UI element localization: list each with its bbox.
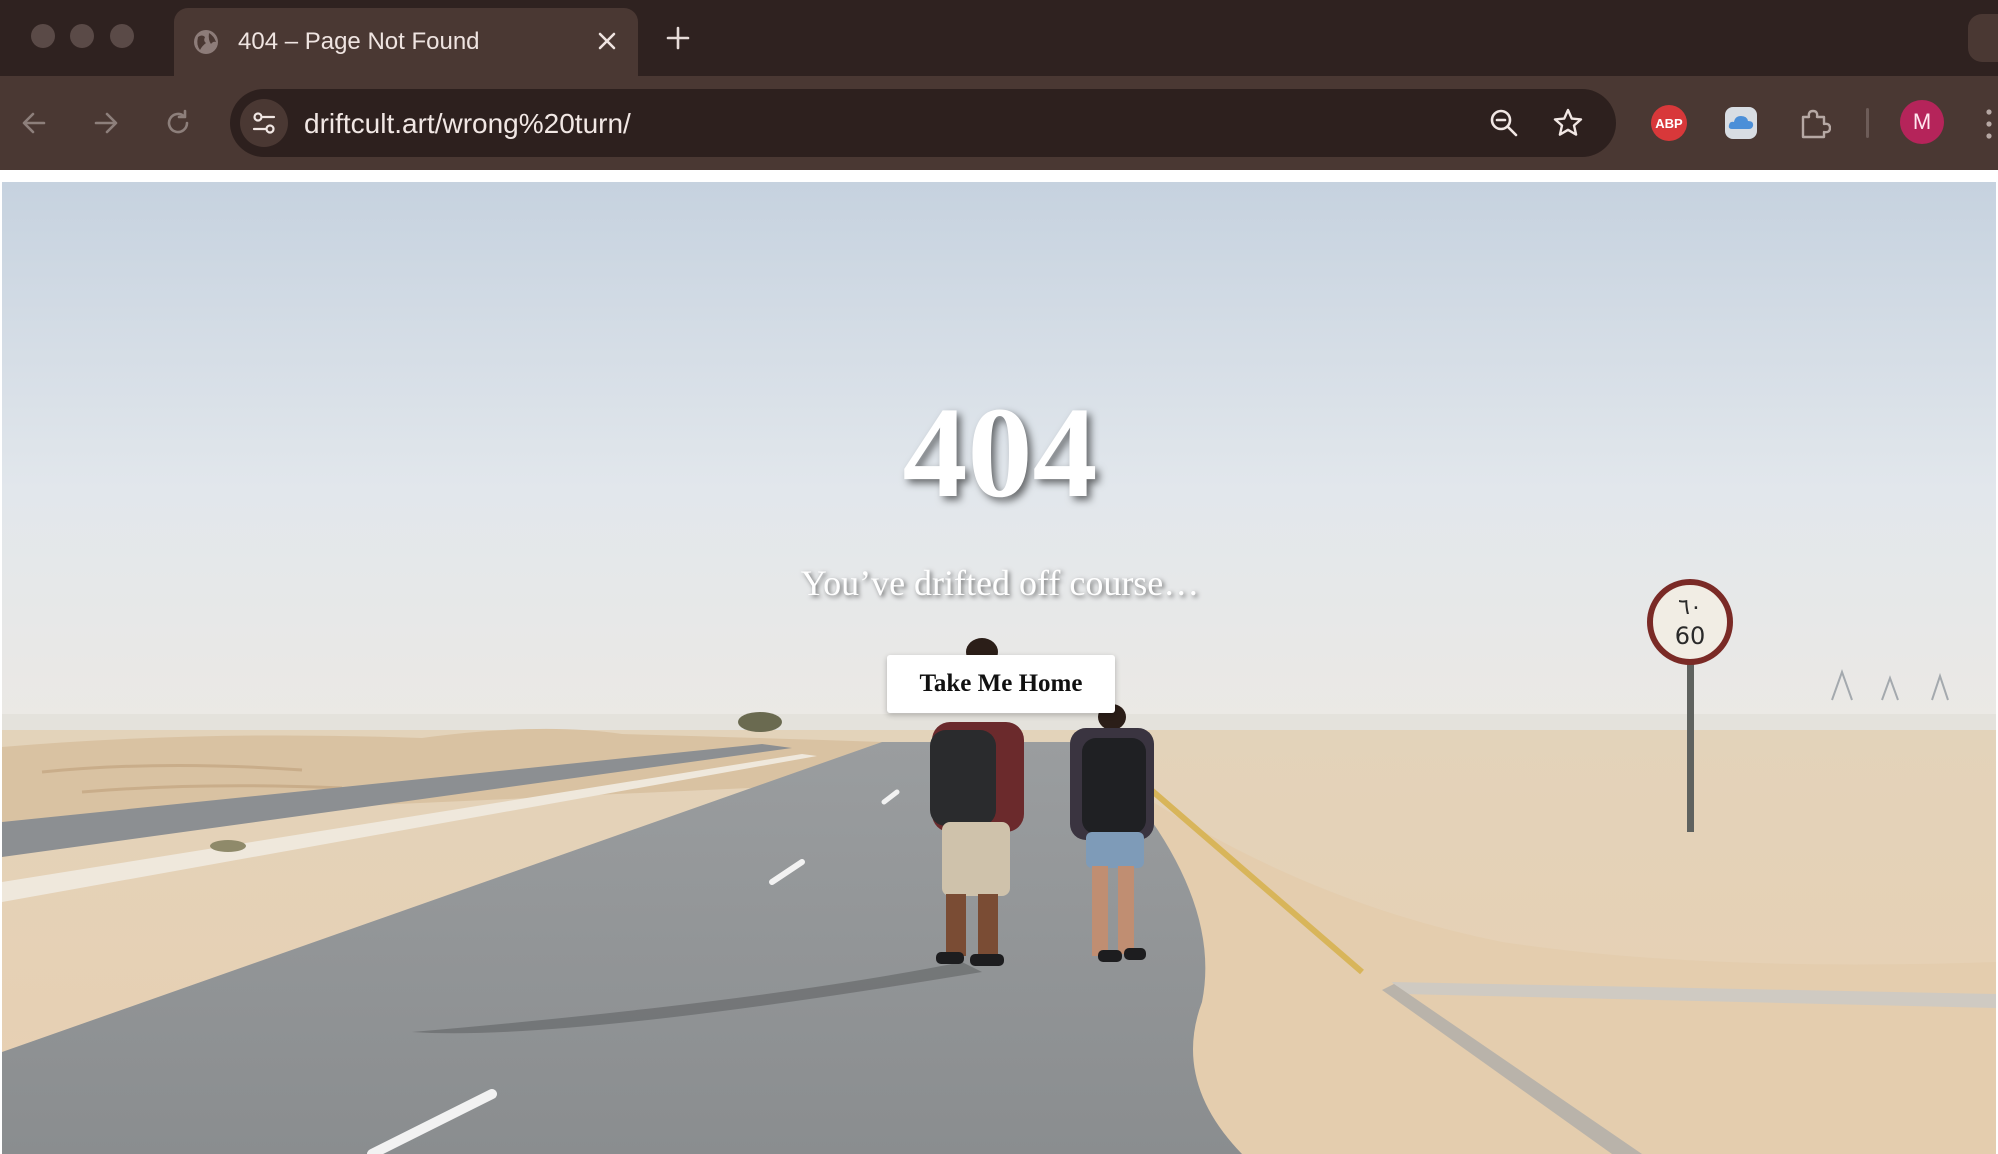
tab-strip: 404 – Page Not Found	[0, 0, 1998, 76]
star-icon	[1553, 108, 1583, 136]
take-me-home-button[interactable]: Take Me Home	[887, 655, 1115, 713]
adblock-extension-button[interactable]: ABP	[1647, 101, 1691, 145]
extensions-button[interactable]	[1792, 101, 1836, 145]
bookmark-button[interactable]	[1548, 103, 1588, 143]
zoom-button[interactable]	[1484, 103, 1524, 143]
address-bar[interactable]: driftcult.art/wrong%20turn/	[230, 89, 1616, 157]
window-minimize-light[interactable]	[70, 24, 94, 48]
reload-button[interactable]	[152, 97, 204, 149]
globe-icon	[194, 30, 218, 54]
toolbar-divider	[1866, 108, 1869, 138]
active-tab[interactable]: 404 – Page Not Found	[174, 8, 638, 76]
hero-background: ٦٠ 60 404 You’ve drifted off course… Tak…	[2, 182, 1996, 1154]
tune-icon	[252, 112, 276, 134]
reload-icon	[167, 109, 189, 134]
window-zoom-light[interactable]	[110, 24, 134, 48]
page-viewport: ٦٠ 60 404 You’ve drifted off course… Tak…	[0, 170, 1998, 1154]
zoom-out-icon	[1490, 109, 1518, 137]
tab-title: 404 – Page Not Found	[238, 28, 480, 55]
more-menu-icon[interactable]	[1980, 108, 1998, 140]
profile-avatar[interactable]: M	[1900, 100, 1944, 144]
window-close-light[interactable]	[31, 24, 55, 48]
error-code-heading: 404	[902, 381, 1098, 525]
url-text[interactable]: driftcult.art/wrong%20turn/	[304, 108, 631, 140]
back-button[interactable]	[8, 97, 60, 149]
close-icon[interactable]	[592, 26, 622, 56]
cloud-icon	[1725, 107, 1757, 139]
cloud-extension-button[interactable]	[1719, 101, 1763, 145]
new-tab-button[interactable]	[660, 20, 696, 56]
arrow-right-icon	[94, 112, 118, 134]
adblock-plus-icon: ABP	[1651, 105, 1687, 141]
puzzle-icon	[1801, 109, 1831, 139]
forward-button[interactable]	[80, 97, 132, 149]
sign-bottom-text: 60	[1675, 622, 1706, 650]
tab-search-button[interactable]	[1968, 14, 1998, 62]
site-info-button[interactable]	[240, 99, 288, 147]
arrow-left-icon	[22, 112, 46, 134]
browser-toolbar: driftcult.art/wrong%20turn/ ABP M	[0, 76, 1998, 170]
error-message: You’ve drifted off course…	[800, 563, 1200, 603]
